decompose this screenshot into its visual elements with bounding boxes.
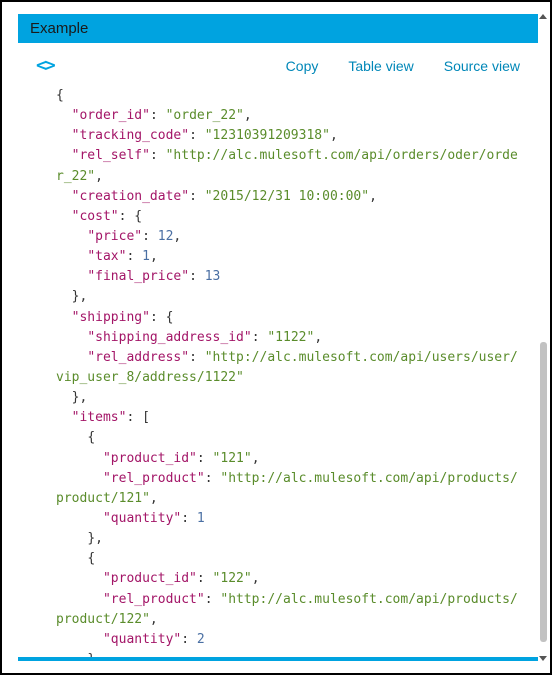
panel-header: Example: [18, 14, 538, 43]
copy-link[interactable]: Copy: [286, 58, 319, 74]
source-view-link[interactable]: Source view: [444, 58, 520, 74]
panel-title: Example: [30, 20, 88, 37]
scrollbar-thumb[interactable]: [540, 342, 547, 642]
table-view-link[interactable]: Table view: [348, 58, 413, 74]
example-panel: Example <> Copy Table view Source view {…: [18, 14, 538, 661]
toolbar: <> Copy Table view Source view: [18, 43, 538, 86]
code-icon[interactable]: <>: [36, 55, 54, 76]
scroll-up-icon[interactable]: [539, 14, 547, 19]
json-code: { "order_id": "order_22", "tracking_code…: [56, 86, 524, 657]
scroll-down-icon[interactable]: [539, 656, 547, 661]
code-area[interactable]: { "order_id": "order_22", "tracking_code…: [18, 86, 538, 657]
